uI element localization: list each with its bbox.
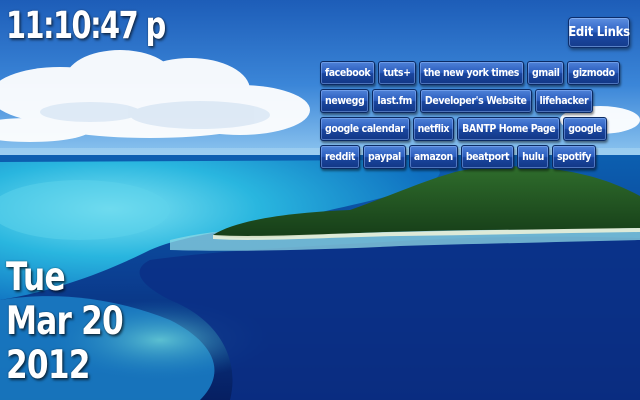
link-google-calendar[interactable]: google calendar [320, 117, 410, 141]
link-netflix[interactable]: netflix [412, 117, 455, 141]
date-display: Tue Mar 20 2012 [6, 255, 124, 388]
date-month-day: Mar 20 [6, 299, 124, 344]
link-google[interactable]: google [563, 117, 608, 141]
link-newegg[interactable]: newegg [320, 89, 370, 113]
link-beatport[interactable]: beatport [460, 145, 515, 169]
link-facebook[interactable]: facebook [320, 61, 376, 85]
clock-time: 11:10:47 p [6, 4, 166, 47]
link-amazon[interactable]: amazon [408, 145, 458, 169]
link-tuts-plus[interactable]: tuts+ [378, 61, 416, 85]
link-lastfm[interactable]: last.fm [372, 89, 417, 113]
link-bantp-home-page[interactable]: BANTP Home Page [457, 117, 561, 141]
edit-links-button[interactable]: Edit Links [568, 17, 630, 48]
desktop-page: 11:10:47 p Tue Mar 20 2012 Edit Links fa… [0, 0, 640, 400]
date-year: 2012 [6, 343, 90, 388]
link-paypal[interactable]: paypal [362, 145, 406, 169]
link-gmail[interactable]: gmail [527, 61, 565, 85]
link-hulu[interactable]: hulu [517, 145, 549, 169]
link-reddit[interactable]: reddit [320, 145, 360, 169]
link-spotify[interactable]: spotify [551, 145, 597, 169]
link-developers-website[interactable]: Developer's Website [419, 89, 532, 113]
link-new-york-times[interactable]: the new york times [418, 61, 525, 85]
link-grid: facebook tuts+ the new york times gmail … [320, 61, 630, 169]
date-weekday: Tue [6, 255, 66, 300]
link-lifehacker[interactable]: lifehacker [534, 89, 594, 113]
link-gizmodo[interactable]: gizmodo [567, 61, 620, 85]
